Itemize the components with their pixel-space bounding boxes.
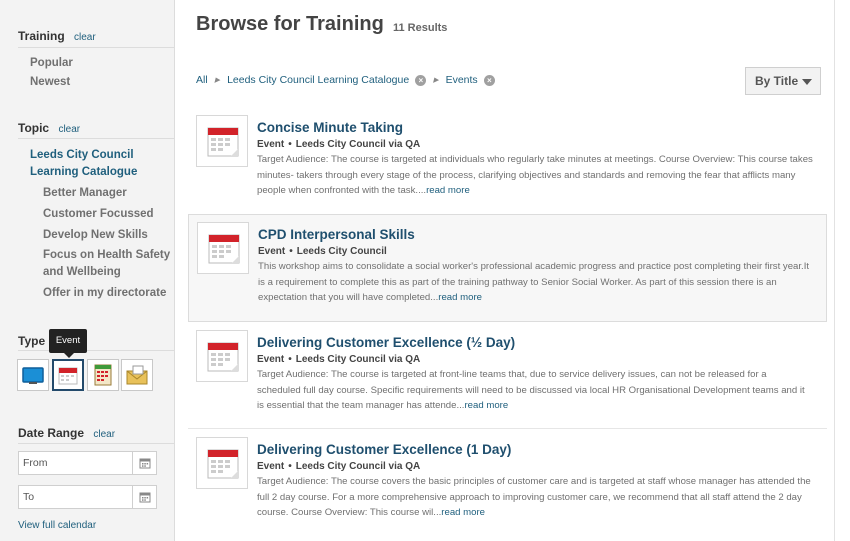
calendar-icon[interactable] [132,452,156,474]
result-provider: Leeds City Council via QA [295,461,421,472]
event-calendar-icon [196,115,248,167]
schedule-icon [94,364,112,386]
training-heading-label: Training [18,29,65,43]
result-description: This workshop aims to consolidate a soci… [258,259,814,306]
read-more-link[interactable]: read more [438,292,482,303]
topic-clear-link[interactable]: clear [58,124,80,135]
result-item: Delivering Customer Excellence (½ Day) E… [188,322,827,428]
result-count: 11 Results [393,22,448,34]
topic-item-develop-new-skills[interactable]: Develop New Skills [43,227,148,244]
breadcrumb-separator-icon: ▶ [433,77,439,84]
breadcrumb: All ▶ Leeds City Council Learning Catalo… [196,74,495,86]
result-description: Target Audience: The course is targeted … [257,367,813,414]
result-provider: Leeds City Council via QA [295,354,421,365]
date-range-heading: Date Range clear [18,426,115,440]
result-provider: Leeds City Council [296,246,387,257]
result-description: Target Audience: The course covers the b… [257,474,813,521]
result-meta: Event • Leeds City Council [258,246,387,257]
calendar-icon[interactable] [132,486,156,508]
divider [18,47,174,48]
type-programme-button[interactable] [87,359,119,391]
result-meta: Event • Leeds City Council via QA [257,139,421,150]
date-from-input[interactable] [19,452,131,474]
remove-filter-icon[interactable]: × [415,74,427,86]
training-heading: Training clear [18,29,96,43]
sort-label: By Title [755,74,799,88]
breadcrumb-events[interactable]: Events [446,74,478,86]
topic-item-health-safety[interactable]: Focus on Health Safety and Wellbeing [43,247,171,281]
result-description-text: Target Audience: The course is targeted … [257,369,805,411]
topic-item-active[interactable]: Leeds City Council Learning Catalogue [30,147,165,181]
training-clear-link[interactable]: clear [74,32,96,43]
page-title: Browse for Training [196,13,384,35]
read-more-link[interactable]: read more [441,507,485,518]
topic-item-customer-focussed[interactable]: Customer Focussed [43,206,154,223]
result-meta: Event • Leeds City Council via QA [257,354,421,365]
result-type: Event [258,246,286,257]
type-event-button[interactable] [52,359,84,391]
event-calendar-icon [58,367,78,385]
result-description-text: Target Audience: The course is targeted … [257,154,813,196]
filter-sidebar: Training clear Popular Newest Topic clea… [0,0,175,541]
breadcrumb-all[interactable]: All [196,74,208,86]
training-item-newest[interactable]: Newest [30,74,70,91]
result-title[interactable]: Delivering Customer Excellence (½ Day) [257,335,515,350]
mail-icon [126,365,148,385]
result-title[interactable]: CPD Interpersonal Skills [258,227,415,242]
divider [18,350,174,351]
result-type: Event [257,354,285,365]
topic-item-better-manager[interactable]: Better Manager [43,185,127,202]
topic-heading-label: Topic [18,121,50,135]
sort-dropdown[interactable]: By Title [745,67,821,95]
result-item: Delivering Customer Excellence (1 Day) E… [188,429,827,537]
divider [18,138,174,139]
read-more-link[interactable]: read more [426,185,470,196]
training-item-popular[interactable]: Popular [30,55,73,72]
result-meta: Event • Leeds City Council via QA [257,461,421,472]
date-to-field [18,485,157,509]
result-type: Event [257,461,285,472]
date-range-heading-label: Date Range [18,426,85,440]
result-item: Concise Minute Taking Event • Leeds City C… [188,107,827,207]
topic-item-offer-directorate[interactable]: Offer in my directorate [43,285,166,302]
result-provider: Leeds City Council via QA [295,139,421,150]
result-item: CPD Interpersonal Skills Event • Leeds Cit… [188,214,827,322]
read-more-link[interactable]: read more [464,400,508,411]
result-description-text: Target Audience: The course covers the b… [257,476,811,518]
date-range-clear-link[interactable]: clear [93,429,115,440]
type-heading: Type [18,334,46,348]
divider [834,0,835,541]
date-from-field [18,451,157,475]
type-resource-button[interactable] [121,359,153,391]
date-to-input[interactable] [19,486,131,508]
computer-icon [22,367,44,384]
chevron-down-icon [802,79,812,85]
remove-filter-icon[interactable]: × [483,74,495,86]
result-description: Target Audience: The course is targeted … [257,152,813,199]
breadcrumb-separator-icon: ▶ [214,77,221,84]
result-title[interactable]: Concise Minute Taking [257,120,403,135]
type-online-button[interactable] [17,359,49,391]
type-tooltip: Event [49,329,87,358]
result-type: Event [257,139,285,150]
event-calendar-icon [197,222,249,274]
view-full-calendar-link[interactable]: View full calendar [18,520,96,531]
event-calendar-icon [196,330,248,382]
divider [18,443,174,444]
result-description-text: This workshop aims to consolidate a soci… [258,261,810,303]
breadcrumb-catalogue[interactable]: Leeds City Council Learning Catalogue [227,74,409,86]
topic-heading: Topic clear [18,121,80,135]
result-title[interactable]: Delivering Customer Excellence (1 Day) [257,442,511,457]
event-calendar-icon [196,437,248,489]
